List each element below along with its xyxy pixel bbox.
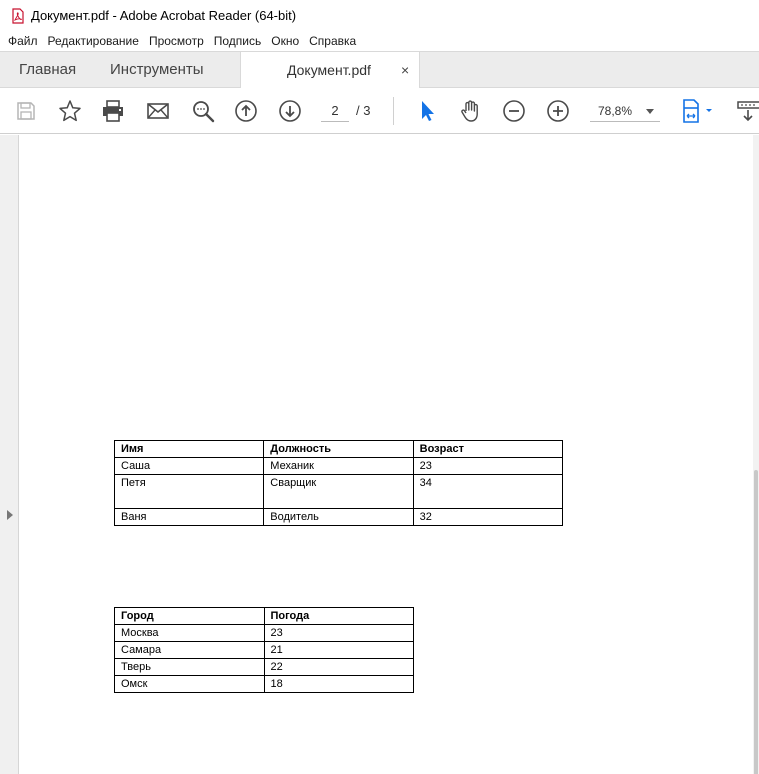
table-row: Город Погода xyxy=(114,607,414,625)
table-row: Самара 21 xyxy=(114,641,414,659)
mail-icon[interactable] xyxy=(145,98,171,124)
tab-home[interactable]: Главная xyxy=(19,52,76,88)
table-header-cell: Должность xyxy=(263,440,414,458)
table-cell: Сварщик xyxy=(263,474,414,509)
table-cell: Саша xyxy=(113,457,265,475)
table-cell: 34 xyxy=(412,474,564,509)
page-number-input[interactable]: 2 xyxy=(321,100,349,122)
employees-table: Имя Должность Возраст Саша Механик 23 Пе… xyxy=(113,440,564,526)
cursor-icon[interactable] xyxy=(414,98,440,124)
table-row: Москва 23 xyxy=(114,624,414,642)
window-title: Документ.pdf - Adobe Acrobat Reader (64-… xyxy=(31,8,297,23)
left-panel xyxy=(0,135,19,774)
table-cell: Омск xyxy=(114,675,265,693)
page-total: / 3 xyxy=(356,103,371,118)
menu-window[interactable]: Окно xyxy=(266,31,304,51)
star-icon[interactable] xyxy=(57,98,83,124)
table-cell: 23 xyxy=(263,624,414,642)
scrollbar-thumb[interactable] xyxy=(754,470,758,774)
zoom-select[interactable]: 78,8% xyxy=(590,100,660,122)
table-header-cell: Возраст xyxy=(412,440,564,458)
table-cell: Самара xyxy=(114,641,265,659)
pdf-icon xyxy=(11,7,25,24)
chevron-down-icon xyxy=(646,109,654,114)
toolbar: 2 / 3 78,8% xyxy=(0,88,759,134)
menu-file[interactable]: Файл xyxy=(3,31,43,51)
table-header-cell: Город xyxy=(114,607,265,625)
table-row: Ваня Водитель 32 xyxy=(113,508,564,526)
table-cell: Петя xyxy=(113,474,265,509)
weather-table: Город Погода Москва 23 Самара 21 Тверь 2… xyxy=(114,607,414,693)
title-bar: Документ.pdf - Adobe Acrobat Reader (64-… xyxy=(0,0,759,31)
table-header-cell: Погода xyxy=(263,607,414,625)
menu-sign[interactable]: Подпись xyxy=(209,31,267,51)
zoom-in-icon[interactable] xyxy=(545,98,571,124)
table-row: Петя Сварщик 34 xyxy=(113,474,564,509)
table-cell: 32 xyxy=(412,508,564,526)
table-cell: 21 xyxy=(263,641,414,659)
close-icon[interactable]: × xyxy=(401,52,409,88)
save-icon[interactable] xyxy=(13,98,39,124)
hand-icon[interactable] xyxy=(457,98,483,124)
tab-document[interactable]: Документ.pdf × xyxy=(240,52,420,89)
table-cell: Ваня xyxy=(113,508,265,526)
menu-edit[interactable]: Редактирование xyxy=(43,31,144,51)
zoom-out-icon[interactable] xyxy=(501,98,527,124)
print-icon[interactable] xyxy=(100,98,126,124)
tab-tools[interactable]: Инструменты xyxy=(110,52,204,88)
table-header-cell: Имя xyxy=(113,440,265,458)
table-cell: 23 xyxy=(412,457,564,475)
table-cell: Москва xyxy=(114,624,265,642)
table-cell: Водитель xyxy=(263,508,414,526)
table-cell: 22 xyxy=(263,658,414,676)
document-area[interactable]: Имя Должность Возраст Саша Механик 23 Пе… xyxy=(0,135,759,774)
tab-bar: Главная Инструменты Документ.pdf × xyxy=(0,51,759,89)
menu-help[interactable]: Справка xyxy=(304,31,361,51)
table-cell: Тверь xyxy=(114,658,265,676)
page-up-icon[interactable] xyxy=(233,98,259,124)
fit-page-icon[interactable] xyxy=(680,98,716,124)
table-row: Имя Должность Возраст xyxy=(113,440,564,458)
menu-bar: Файл Редактирование Просмотр Подпись Окн… xyxy=(0,31,759,51)
toolbar-separator xyxy=(393,97,394,125)
search-icon[interactable] xyxy=(190,98,216,124)
table-cell: Механик xyxy=(263,457,414,475)
tab-document-label: Документ.pdf xyxy=(287,62,371,78)
page-down-icon[interactable] xyxy=(277,98,303,124)
table-row: Омск 18 xyxy=(114,675,414,693)
table-row: Саша Механик 23 xyxy=(113,457,564,475)
table-row: Тверь 22 xyxy=(114,658,414,676)
expand-panel-icon[interactable] xyxy=(7,510,13,520)
table-cell: 18 xyxy=(263,675,414,693)
menu-view[interactable]: Просмотр xyxy=(144,31,209,51)
scroll-mode-icon[interactable] xyxy=(736,98,759,124)
zoom-value: 78,8% xyxy=(598,104,633,118)
